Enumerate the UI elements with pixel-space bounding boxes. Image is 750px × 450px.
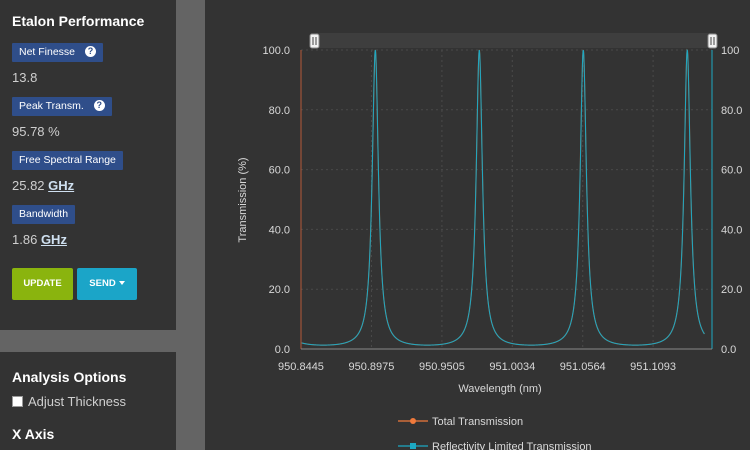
free-spectral-range-label: Free Spectral Range bbox=[12, 151, 123, 170]
x-axis-title: X Axis bbox=[12, 426, 55, 442]
help-icon[interactable]: ? bbox=[93, 99, 105, 111]
net-finesse-value: 13.8 bbox=[12, 70, 38, 85]
net-finesse-label: Net Finesse? bbox=[12, 43, 104, 62]
y2-tick-label: 60.0 bbox=[721, 165, 742, 177]
x-tick-label: 950.8975 bbox=[349, 361, 395, 373]
legend-refl-marker bbox=[410, 443, 416, 449]
range-selector-bar[interactable] bbox=[316, 33, 713, 48]
x-tick-label: 951.0034 bbox=[489, 361, 535, 373]
transmission-chart: 950.8445 950.8975 950.9505 951.0034 951.0564… bbox=[237, 33, 742, 450]
bandwidth-label: Bandwidth bbox=[12, 205, 76, 224]
range-handle-left[interactable] bbox=[309, 33, 320, 49]
analysis-options-title: Analysis Options bbox=[12, 369, 127, 385]
bandwidth-value: 1.86 GHz bbox=[12, 232, 67, 247]
legend-refl-label: Reflectivity Limited Transmission bbox=[432, 441, 592, 450]
net-finesse-label-text: Net Finesse bbox=[19, 46, 76, 58]
x-tick-label: 951.1093 bbox=[630, 361, 676, 373]
y2-tick-label: 80.0 bbox=[721, 105, 742, 117]
y-tick-label: 100.0 bbox=[262, 45, 290, 57]
range-handle-right[interactable] bbox=[707, 33, 718, 49]
y-tick-label: 0.0 bbox=[275, 344, 290, 356]
y-axis-title: Transmission (%) bbox=[237, 157, 249, 242]
legend-reflectivity-limited[interactable]: Reflectivity Limited Transmission bbox=[398, 441, 592, 450]
x-axis-title: Wavelength (nm) bbox=[458, 383, 541, 395]
x-tick-label: 951.0564 bbox=[560, 361, 606, 373]
y-tick-label: 60.0 bbox=[269, 165, 290, 177]
grid bbox=[300, 49, 712, 350]
y-tick-label: 40.0 bbox=[269, 224, 290, 236]
legend-total-marker bbox=[410, 418, 416, 424]
chevron-down-icon bbox=[118, 281, 125, 286]
y-tick-label: 80.0 bbox=[269, 105, 290, 117]
legend-total-label: Total Transmission bbox=[432, 416, 523, 428]
ticks: 950.8445 950.8975 950.9505 951.0034 951.0564… bbox=[262, 45, 742, 373]
free-spectral-range-unit[interactable]: GHz bbox=[48, 178, 74, 193]
help-icon[interactable]: ? bbox=[85, 45, 97, 57]
reflectivity-limited-line bbox=[301, 48, 705, 346]
bandwidth-number: 1.86 bbox=[12, 232, 38, 247]
update-button[interactable]: UPDATE bbox=[12, 268, 73, 300]
y2-tick-label: 100 bbox=[721, 45, 739, 57]
chart-area: 950.8445 950.8975 950.9505 951.0034 951.0564… bbox=[205, 0, 750, 450]
y-tick-label: 20.0 bbox=[269, 284, 290, 296]
send-label: SEND bbox=[89, 278, 116, 289]
adjust-thickness-label: Adjust Thickness bbox=[28, 394, 127, 409]
panel-title: Etalon Performance bbox=[12, 13, 145, 29]
y2-tick-label: 40.0 bbox=[721, 224, 742, 236]
adjust-thickness-option[interactable]: Adjust Thickness bbox=[12, 394, 126, 409]
y2-tick-label: 20.0 bbox=[721, 284, 742, 296]
etalon-performance-panel: Etalon Performance Net Finesse? 13.8 Pea… bbox=[0, 0, 176, 330]
total-transmission-line bbox=[301, 48, 705, 346]
peak-transmission-value: 95.78 % bbox=[12, 124, 60, 139]
free-spectral-range-value: 25.82 GHz bbox=[12, 178, 74, 193]
send-dropdown-button[interactable]: SEND bbox=[77, 268, 137, 300]
adjust-thickness-checkbox[interactable] bbox=[12, 396, 23, 407]
x-tick-label: 950.9505 bbox=[419, 361, 465, 373]
x-tick-label: 950.8445 bbox=[278, 361, 324, 373]
bandwidth-unit[interactable]: GHz bbox=[41, 232, 67, 247]
y2-tick-label: 0.0 bbox=[721, 344, 736, 356]
peak-transmission-label: Peak Transm.? bbox=[12, 97, 112, 116]
peak-transmission-label-text: Peak Transm. bbox=[19, 100, 84, 112]
legend-total-transmission[interactable]: Total Transmission bbox=[398, 416, 523, 428]
free-spectral-range-number: 25.82 bbox=[12, 178, 45, 193]
